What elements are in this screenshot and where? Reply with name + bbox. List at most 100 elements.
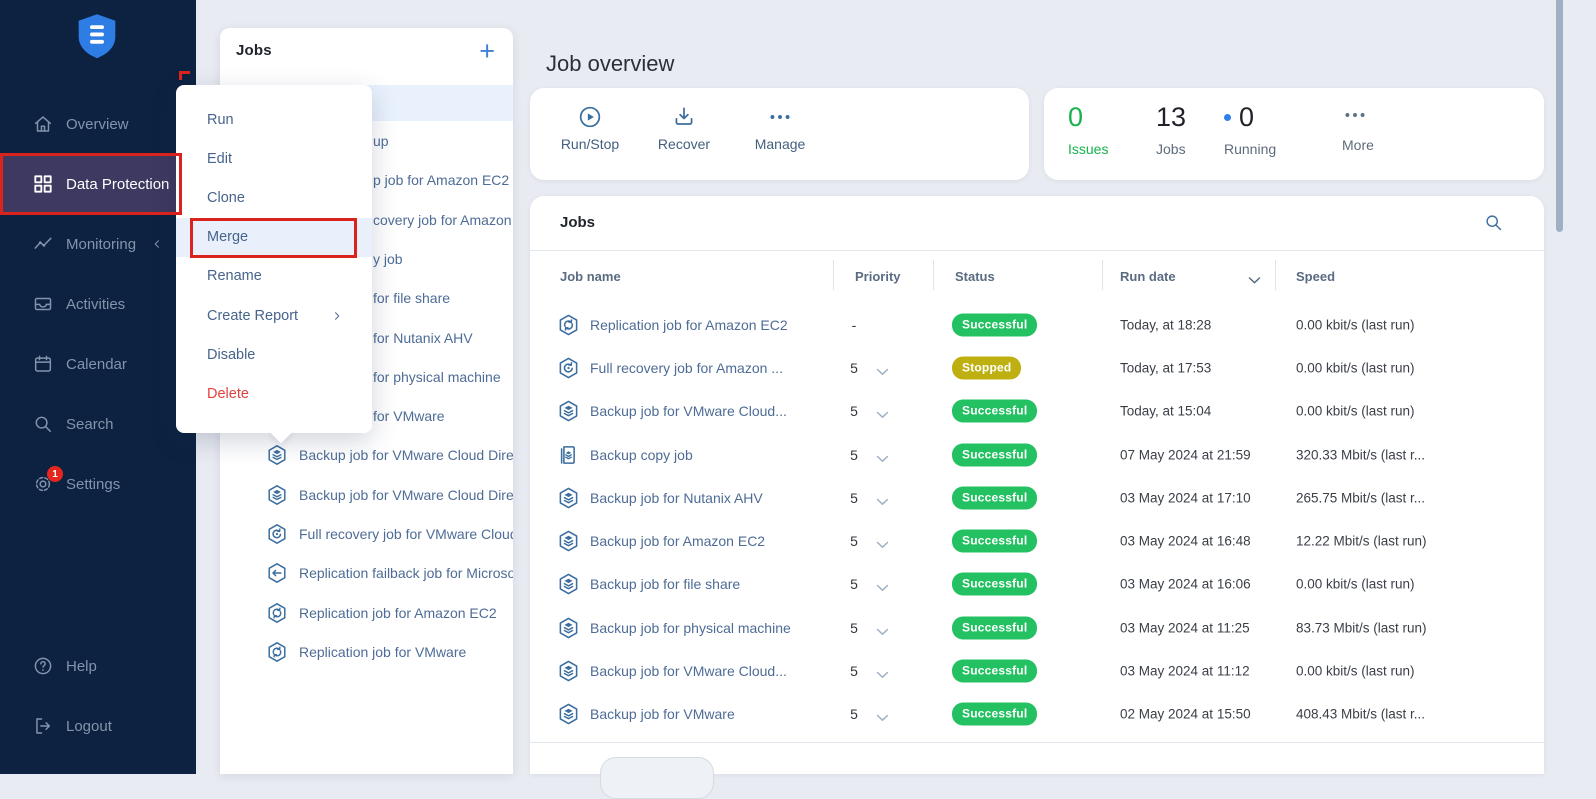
job-name: Replication job for Amazon EC2 (590, 317, 840, 333)
speed-value: 408.43 Mbit/s (last r... (1296, 707, 1528, 722)
menu-item-disable[interactable]: Disable (176, 335, 372, 374)
status-badge: Successful (952, 616, 1037, 639)
run-date: 02 May 2024 at 15:50 (1120, 707, 1251, 722)
table-row[interactable]: Backup job for VMware Cloud...5Successfu… (530, 649, 1544, 692)
table-row[interactable]: Full recovery job for Amazon ...5Stopped… (530, 346, 1544, 389)
menu-item-delete[interactable]: Delete (176, 374, 372, 413)
chevron-down-icon[interactable] (876, 493, 889, 502)
table-search-icon[interactable] (1483, 212, 1504, 233)
column-header-job-name[interactable]: Job name (560, 269, 621, 284)
run-date: Today, at 15:04 (1120, 404, 1211, 419)
jobs-list-item[interactable]: Backup job for VMware Cloud Direc (220, 475, 513, 514)
job-actions-toolbar: Run/Stop Recover Manage (530, 88, 1029, 180)
app-shield-logo-icon[interactable] (75, 12, 119, 62)
table-row[interactable]: Backup job for Amazon EC25Successful03 M… (530, 519, 1544, 562)
chevron-down-icon[interactable] (876, 710, 889, 719)
sidebar-item-logout[interactable]: Logout (0, 696, 196, 756)
menu-item-clone[interactable]: Clone (176, 178, 372, 217)
grid-icon (32, 173, 54, 195)
sidebar-item-search[interactable]: Search (0, 394, 196, 454)
table-row[interactable]: Backup copy job5Successful07 May 2024 at… (530, 433, 1544, 476)
priority-value: 5 (843, 533, 865, 549)
menu-item-rename[interactable]: Rename (176, 257, 372, 296)
stat-number: 0 (1239, 102, 1254, 132)
chevron-down-icon[interactable] (876, 450, 889, 459)
table-row[interactable]: Replication job for Amazon EC2-Successfu… (530, 303, 1544, 346)
jobs-list-item-label: Replication failback job for Microso (299, 565, 513, 581)
recovery-job-icon (265, 522, 289, 546)
job-context-menu: Run EditCloneMerge Rename Create Report Disa… (176, 85, 372, 433)
jobs-list-item[interactable]: Replication job for VMware (220, 632, 513, 671)
table-bottom-divider (530, 742, 1544, 743)
menu-item-create-report[interactable]: Create Report (176, 296, 372, 335)
chevron-down-icon[interactable] (876, 580, 889, 589)
toolbar-button-label: Manage (738, 136, 822, 152)
stat-more[interactable]: More (1342, 102, 1374, 153)
backup-job-icon (556, 615, 581, 640)
jobs-list-item[interactable]: Backup job for VMware Cloud Direc (220, 436, 513, 475)
column-header-status[interactable]: Status (955, 269, 995, 284)
gear-icon: 1 (32, 473, 54, 495)
jobs-list-item-label: covery job for Amazon E (373, 212, 513, 228)
chevron-down-icon[interactable] (876, 407, 889, 416)
sidebar-item-activities[interactable]: Activities (0, 274, 196, 334)
run-date: 03 May 2024 at 11:12 (1120, 664, 1250, 679)
backup-job-icon (556, 659, 581, 684)
stat-running[interactable]: 0Running (1224, 102, 1276, 157)
jobs-list-item[interactable]: Replication failback job for Microso (220, 554, 513, 593)
jobs-list-item-label: for physical machine (373, 369, 501, 385)
chevron-down-icon[interactable] (876, 363, 889, 372)
menu-item-label: Rename (207, 268, 262, 284)
sidebar-item-help[interactable]: Help (0, 636, 196, 696)
jobs-list-item[interactable]: Full recovery job for VMware Cloud (220, 514, 513, 553)
stat-jobs[interactable]: 13Jobs (1156, 102, 1186, 157)
settings-badge: 1 (47, 466, 63, 482)
jobs-list-item-label: up (373, 133, 389, 149)
jobs-list-item-label: for Nutanix AHV (373, 330, 473, 346)
menu-item-run[interactable]: Run (176, 100, 372, 139)
menu-item-edit[interactable]: Edit (176, 139, 372, 178)
run-stop-button[interactable]: Run/Stop (548, 104, 632, 166)
jobs-list-item[interactable]: Replication job for Amazon EC2 (220, 593, 513, 632)
column-header-priority[interactable]: Priority (855, 269, 901, 284)
chevron-down-icon[interactable] (876, 623, 889, 632)
manage-button[interactable]: Manage (738, 104, 822, 166)
table-row[interactable]: Backup job for VMware5Successful02 May 2… (530, 693, 1544, 736)
table-row[interactable]: Backup job for file share5Successful03 M… (530, 563, 1544, 606)
play-circle-icon (577, 104, 603, 130)
show-more-button[interactable] (600, 757, 714, 799)
menu-item-label: Run (207, 112, 234, 128)
recover-button[interactable]: Recover (642, 104, 726, 166)
chevron-down-icon[interactable] (876, 537, 889, 546)
running-dot (1224, 114, 1231, 121)
speed-value: 320.33 Mbit/s (last r... (1296, 447, 1528, 462)
run-date: 03 May 2024 at 16:48 (1120, 534, 1251, 549)
sidebar-item-overview[interactable]: Overview (0, 94, 196, 154)
sidebar-item-monitoring[interactable]: Monitoring (0, 214, 196, 274)
inbox-icon (32, 293, 54, 315)
priority-value: 5 (843, 706, 865, 722)
column-header-speed[interactable]: Speed (1296, 269, 1335, 284)
menu-item-merge[interactable]: Merge (176, 218, 372, 257)
toolbar-button-label: Recover (642, 136, 726, 152)
table-header-divider (530, 250, 1544, 251)
menu-item-label: Disable (207, 347, 255, 363)
jobs-list-item-label: Replication job for Amazon EC2 (299, 605, 513, 621)
table-row[interactable]: Backup job for Nutanix AHV5Successful03 … (530, 476, 1544, 519)
job-name: Backup job for file share (590, 576, 840, 592)
stat-issues[interactable]: 0Issues (1068, 102, 1108, 157)
priority-value: 5 (843, 490, 865, 506)
jobs-list-item-label: Backup job for VMware Cloud Direc (299, 447, 513, 463)
table-row[interactable]: Backup job for VMware Cloud...5Successfu… (530, 390, 1544, 433)
backup-job-icon (265, 483, 289, 507)
sidebar-item-settings[interactable]: 1Settings (0, 454, 196, 514)
sidebar-item-data-protection[interactable]: Data Protection (0, 154, 178, 214)
table-row[interactable]: Backup job for physical machine5Successf… (530, 606, 1544, 649)
replication-job-icon (265, 640, 289, 664)
column-header-run-date[interactable]: Run date (1120, 269, 1176, 284)
sidebar-item-calendar[interactable]: Calendar (0, 334, 196, 394)
vertical-scrollbar-thumb[interactable] (1556, 0, 1563, 232)
chevron-down-icon[interactable] (876, 667, 889, 676)
add-job-button[interactable]: + (479, 36, 495, 66)
priority-value: 5 (843, 447, 865, 463)
